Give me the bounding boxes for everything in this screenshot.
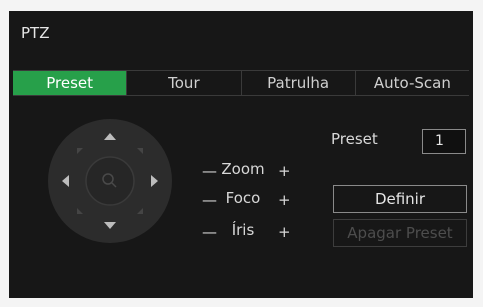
iris-label: Íris [231, 221, 255, 239]
iris-control: — Íris + [196, 221, 296, 243]
focus-near-button[interactable]: — [202, 191, 217, 209]
preset-label: Preset [331, 130, 378, 148]
tab-preset[interactable]: Preset [13, 71, 128, 95]
focus-control: — Foco + [196, 189, 296, 211]
window-title: PTZ [21, 24, 50, 42]
iris-open-button[interactable]: + [278, 223, 291, 241]
zoom-in-button[interactable]: + [278, 162, 291, 180]
focus-label: Foco [225, 189, 261, 207]
iris-close-button[interactable]: — [202, 223, 217, 241]
zoom-out-button[interactable]: — [202, 162, 217, 180]
ptz-panel: PTZ Preset Tour Patrulha Auto-Scan — Zoo… [9, 11, 473, 298]
preset-number-input[interactable]: 1 [422, 129, 466, 154]
tab-tour[interactable]: Tour [127, 71, 242, 95]
tab-patrulha[interactable]: Patrulha [242, 71, 356, 95]
tab-auto-scan[interactable]: Auto-Scan [356, 71, 469, 95]
zoom-control: — Zoom + [196, 160, 296, 182]
focus-far-button[interactable]: + [278, 191, 291, 209]
ptz-direction-pad[interactable] [47, 118, 173, 244]
center-button[interactable] [85, 156, 135, 206]
define-button[interactable]: Definir [333, 185, 467, 213]
zoom-label: Zoom [221, 160, 265, 178]
preset-content: — Zoom + — Foco + — Íris + Preset 1 Defi… [13, 96, 469, 294]
delete-preset-button[interactable]: Apagar Preset [333, 219, 467, 247]
tab-bar: Preset Tour Patrulha Auto-Scan [13, 70, 469, 96]
